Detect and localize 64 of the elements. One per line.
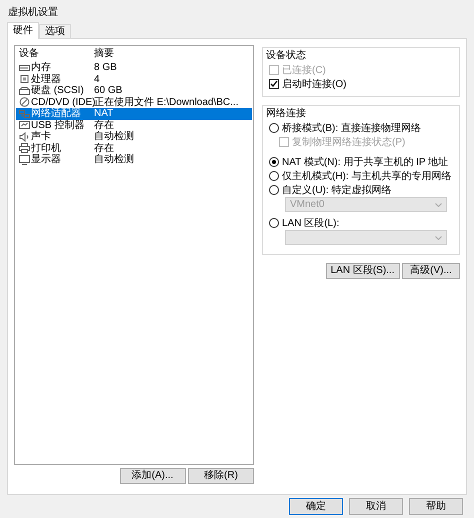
device-name: 内存	[31, 62, 51, 74]
device-summary: 8 GB	[94, 62, 117, 73]
usb-icon	[19, 120, 30, 130]
device-summary: 4	[94, 74, 100, 84]
caret-icon	[435, 202, 442, 206]
device-name: CD/DVD (IDE)	[31, 96, 96, 108]
device-row[interactable]: 显示器 自动检测	[16, 154, 252, 166]
radio-label: 自定义(U): 特定虚拟网络	[282, 184, 392, 198]
radio-label: LAN 区段(L):	[282, 216, 340, 230]
column-header: 设备	[19, 48, 39, 60]
tab[interactable]: 选项	[39, 24, 71, 38]
checkbox-label: 复制物理网络连接状态(P)	[292, 136, 406, 150]
device-name: 声卡	[31, 131, 51, 142]
radio-button[interactable]	[269, 185, 279, 195]
device-name: 硬盘 (SCSI)	[31, 85, 84, 96]
device-row[interactable]: CD/DVD (IDE)正在使用文件 E:\Download\BC...	[16, 96, 252, 108]
device-row[interactable]: 硬盘 (SCSI) 60 GB	[16, 85, 252, 96]
button[interactable]: 取消	[349, 498, 403, 515]
button[interactable]: LAN 区段(S)...	[326, 263, 400, 279]
device-row[interactable]: USB 控制器 存在	[16, 120, 252, 131]
device-row[interactable]: 内存 8 GB	[16, 62, 252, 74]
chip-icon	[19, 74, 30, 84]
device-row[interactable]: 网络适配器 NAT	[16, 108, 252, 120]
device-name: 显示器	[31, 154, 61, 166]
device-summary: NAT	[94, 108, 114, 119]
disc-icon	[19, 97, 30, 108]
column-header: 摘要	[94, 48, 114, 59]
device-summary: 自动检测	[94, 154, 134, 165]
tab[interactable]: 硬件	[7, 22, 39, 39]
button[interactable]: 添加(A)...	[120, 468, 186, 484]
monitor-icon	[19, 154, 30, 165]
radio-button[interactable]	[269, 218, 279, 228]
network-icon	[19, 108, 30, 119]
device-summary: 存在	[94, 142, 114, 154]
speaker-icon	[19, 132, 30, 142]
device-name: 网络适配器	[31, 108, 81, 120]
button[interactable]: 高级(V)...	[402, 263, 460, 279]
radio-button[interactable]	[269, 157, 279, 167]
button[interactable]: 确定	[289, 498, 343, 515]
device-name: USB 控制器	[31, 120, 84, 130]
memory-module-icon	[19, 62, 30, 73]
device-row[interactable]: 处理器 4	[16, 74, 252, 85]
checkbox[interactable]	[269, 79, 279, 89]
button[interactable]: 移除(R)	[188, 468, 254, 484]
device-summary: 存在	[94, 120, 114, 130]
device-name: 处理器	[31, 74, 61, 85]
button[interactable]: 帮助	[409, 498, 463, 515]
window-title: 虚拟机设置	[7, 6, 59, 20]
radio-label: 仅主机模式(H): 与主机共享的专用网络	[282, 170, 452, 184]
device-summary: 自动检测	[94, 131, 134, 142]
checkbox-label: 已连接(C)	[282, 64, 326, 78]
device-summary: 正在使用文件 E:\Download\BC...	[94, 96, 238, 108]
radio-button[interactable]	[269, 123, 279, 133]
device-summary: 60 GB	[94, 85, 122, 96]
device-row[interactable]: 打印机 存在	[16, 142, 252, 154]
caret-icon	[435, 236, 442, 240]
radio-button[interactable]	[269, 171, 279, 181]
disk-drive-icon	[19, 86, 30, 96]
printer-icon	[19, 143, 30, 154]
radio-label: 桥接模式(B): 直接连接物理网络	[282, 122, 421, 136]
checkbox-label: 启动时连接(O)	[282, 78, 346, 92]
device-name: 打印机	[31, 142, 61, 154]
device-row[interactable]: 声卡 自动检测	[16, 131, 252, 142]
radio-label: NAT 模式(N): 用于共享主机的 IP 地址	[282, 156, 448, 170]
